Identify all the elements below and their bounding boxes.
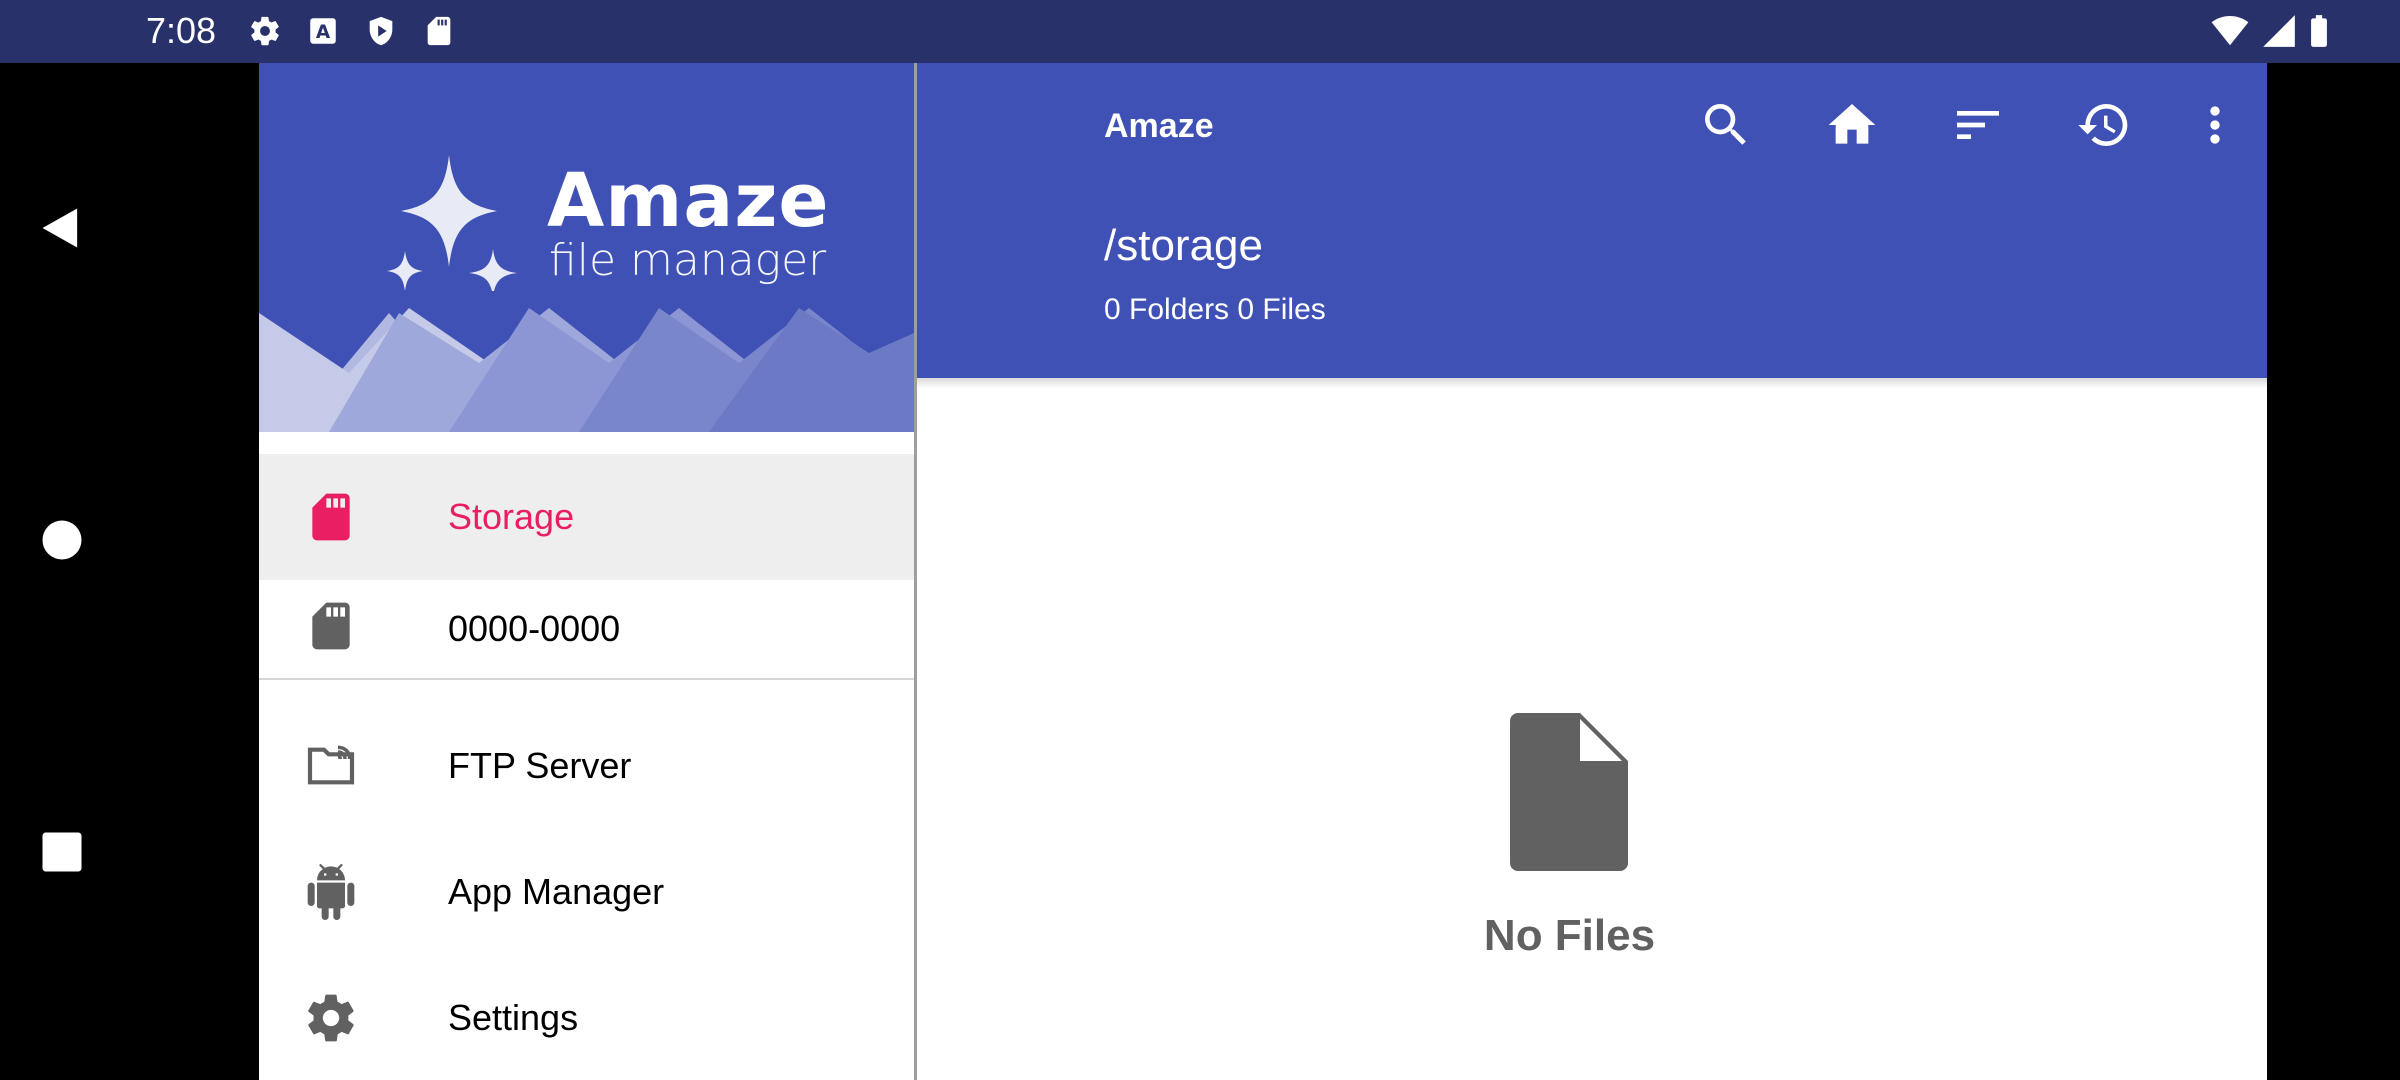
svg-text:A: A [316,22,331,43]
search-icon[interactable] [1698,97,1754,153]
path-title: /storage [1104,221,1263,270]
back-icon[interactable] [36,202,88,254]
drawer-item-sd-card[interactable]: 0000-0000 [259,580,914,685]
drawer-item-settings[interactable]: Settings [259,955,914,1080]
drawer-header: Amaze file manager [259,63,914,432]
drawer-item-ftp-server[interactable]: FTP Server [259,703,914,829]
drawer-item-label: Storage [448,496,575,537]
drawer-item-label: Settings [448,997,579,1038]
toolbar-shadow [917,378,2267,388]
drawer-divider [259,678,914,680]
recents-icon[interactable] [36,826,88,878]
sd-card-icon [312,493,350,541]
main-content: Amaze /storage 0 Folders 0 Files No File… [917,63,2267,1080]
path-summary: 0 Folders 0 Files [1104,293,1326,326]
signal-icon [2263,15,2295,47]
sort-icon[interactable] [1950,97,2006,153]
app-toolbar: Amaze /storage 0 Folders 0 Files [917,63,2267,378]
logo-subtitle: file manager [549,235,827,286]
logo-title: Amaze [547,158,830,244]
sd-card-icon [427,16,451,46]
sd-card-icon [312,602,350,650]
home-icon[interactable] [1824,97,1880,153]
file-icon [1510,713,1628,871]
gear-icon [251,16,279,46]
home-icon[interactable] [36,514,88,566]
android-icon [307,864,355,920]
app-window: Amaze file manager Storage 0000-0000 FTP… [259,63,2267,1080]
gear-icon [308,994,354,1042]
app-title: Amaze [1104,107,1214,145]
drawer-item-label: FTP Server [448,745,632,786]
shield-play-icon [369,16,393,46]
more-vert-icon[interactable] [2187,97,2243,153]
navigation-drawer: Amaze file manager Storage 0000-0000 FTP… [259,63,917,1080]
wifi-icon [2211,15,2249,46]
drawer-item-app-manager[interactable]: App Manager [259,829,914,955]
empty-state-text: No Files [1483,911,1656,960]
status-time: 7:08 [146,10,217,51]
ftp-folder-icon [307,745,355,785]
a-box-icon: A [310,18,336,44]
battery-icon [2311,15,2327,47]
status-bar: 7:08 A [0,0,2400,63]
drawer-item-storage[interactable]: Storage [259,454,914,580]
drawer-item-label: App Manager [448,871,665,912]
drawer-item-label: 0000-0000 [448,608,621,649]
history-icon[interactable] [2076,97,2132,153]
sparkle-logo-icon [387,155,517,291]
